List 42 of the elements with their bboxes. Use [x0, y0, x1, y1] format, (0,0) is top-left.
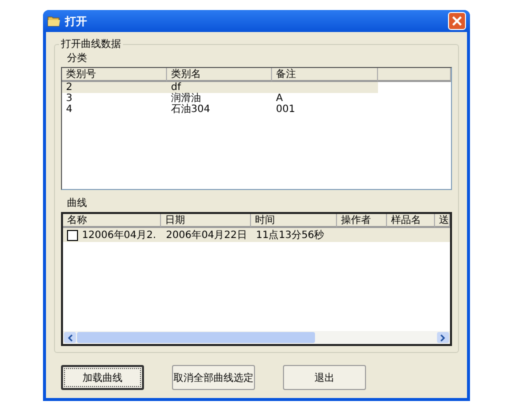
checkbox[interactable] [67, 230, 78, 241]
table-cell: df [171, 82, 181, 93]
column-header[interactable]: 名称 [63, 214, 161, 228]
table-cell: 001 [276, 104, 296, 115]
column-header[interactable]: 样品名 [387, 214, 435, 228]
scroll-thumb[interactable] [77, 332, 315, 343]
column-header[interactable] [378, 68, 451, 82]
dialog-button[interactable]: 加载曲线 [61, 365, 144, 390]
chevron-left-icon [67, 334, 73, 342]
dialog-button[interactable]: 取消全部曲线选定 [172, 365, 255, 390]
folder-icon [47, 15, 61, 27]
table-cell: 4 [66, 104, 72, 115]
table-cell: 12006年04月2. [82, 230, 156, 241]
table-cell: 石油304 [171, 104, 210, 115]
list-row[interactable]: 2 df [62, 82, 378, 93]
column-header[interactable]: 时间 [251, 214, 337, 228]
list-row[interactable]: 3 润滑油 A [62, 93, 378, 104]
chevron-right-icon [440, 334, 446, 342]
column-header[interactable]: 日期 [161, 214, 251, 228]
table-cell: 2006年04月22日 [166, 230, 247, 241]
table-cell: 润滑油 [171, 93, 201, 104]
scroll-left-button[interactable] [64, 332, 76, 343]
close-button[interactable] [448, 12, 466, 30]
dialog-button[interactable]: 退出 [283, 365, 366, 390]
column-header[interactable]: 送 [435, 214, 450, 228]
table-cell: 3 [66, 93, 72, 104]
column-header[interactable]: 备注 [272, 68, 378, 82]
close-icon [452, 16, 462, 26]
column-header[interactable]: 操作者 [337, 214, 387, 228]
section-label: 曲线 [67, 196, 87, 210]
window-title: 打开 [65, 14, 88, 28]
table-cell: A [276, 93, 283, 104]
section-label: 分类 [67, 52, 87, 65]
table-cell: 11点13分56秒 [256, 230, 324, 241]
horizontal-scrollbar[interactable] [63, 331, 450, 344]
list-row[interactable]: 4 石油304 001 [62, 104, 378, 115]
column-header[interactable]: 类别名 [167, 68, 272, 82]
table-cell: 2 [66, 82, 72, 93]
list-row[interactable]: 12006年04月2. 2006年04月22日 11点13分56秒 [63, 228, 450, 242]
column-header[interactable]: 类别号 [62, 68, 167, 82]
group-title: 打开曲线数据 [59, 37, 123, 51]
scroll-right-button[interactable] [437, 332, 449, 343]
